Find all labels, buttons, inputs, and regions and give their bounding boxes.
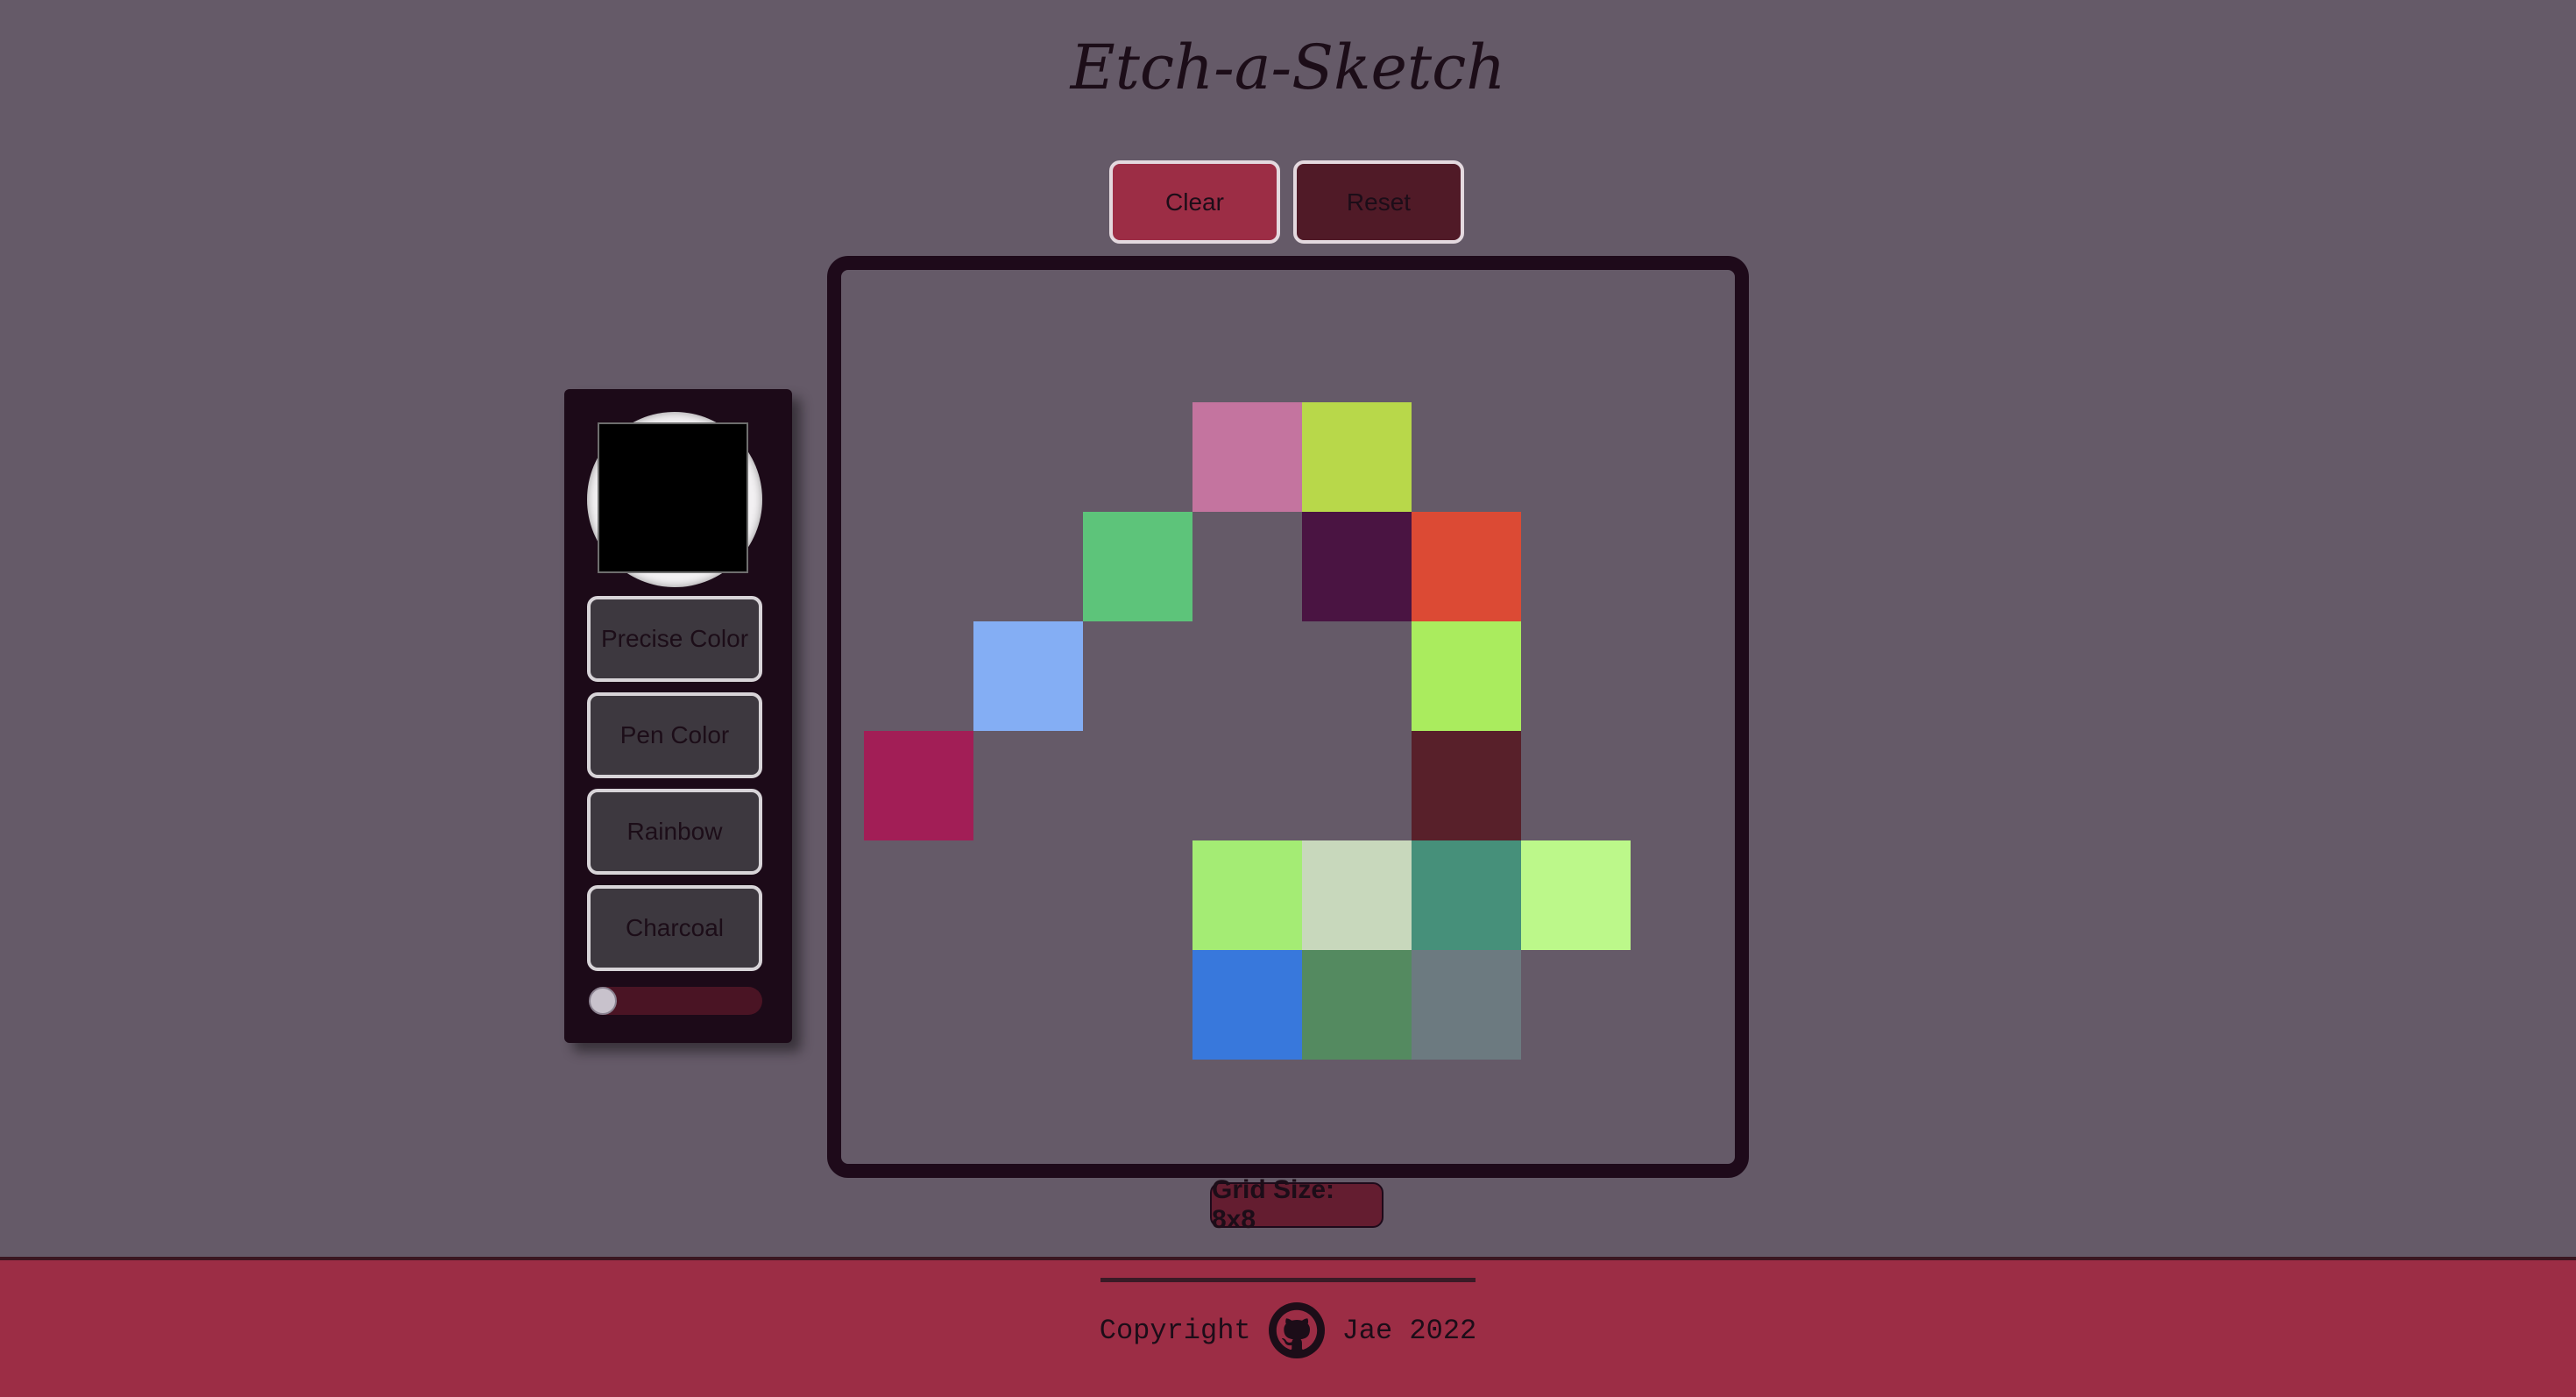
grid-size-slider-thumb[interactable]	[589, 987, 617, 1015]
grid-cell[interactable]	[1521, 840, 1631, 950]
grid-size-label: Grid Size: 8x8	[1210, 1175, 1384, 1234]
charcoal-button[interactable]: Charcoal	[587, 885, 762, 971]
grid-cell[interactable]	[1412, 731, 1521, 840]
page-title: Etch-a-Sketch	[1070, 32, 1506, 103]
pen-color-button[interactable]: Pen Color	[587, 692, 762, 778]
rainbow-button[interactable]: Rainbow	[587, 789, 762, 875]
sketch-grid[interactable]	[864, 293, 1740, 1169]
footer-divider	[1100, 1278, 1476, 1282]
grid-cell[interactable]	[1302, 840, 1412, 950]
precise-color-button[interactable]: Precise Color	[587, 596, 762, 682]
grid-cell[interactable]	[1412, 950, 1521, 1060]
grid-cell[interactable]	[1192, 840, 1302, 950]
grid-cell[interactable]	[1412, 512, 1521, 621]
author-text: Jae 2022	[1341, 1314, 1477, 1347]
grid-cell[interactable]	[1302, 402, 1412, 512]
grid-cell[interactable]	[1412, 621, 1521, 731]
footer: Copyright Jae 2022	[0, 1257, 2576, 1397]
reset-button[interactable]: Reset	[1293, 160, 1464, 244]
tool-panel: Precise Color Pen Color Rainbow Charcoal	[564, 389, 792, 1043]
clear-button[interactable]: Clear	[1109, 160, 1280, 244]
grid-cell[interactable]	[1192, 950, 1302, 1060]
grid-cell[interactable]	[973, 621, 1083, 731]
footer-credit: Copyright Jae 2022	[0, 1302, 2576, 1358]
grid-cell[interactable]	[1192, 402, 1302, 512]
color-picker-swatch[interactable]	[598, 422, 748, 573]
grid-cell[interactable]	[1083, 512, 1192, 621]
grid-cell[interactable]	[1412, 840, 1521, 950]
grid-cell[interactable]	[1302, 512, 1412, 621]
grid-cell[interactable]	[864, 731, 973, 840]
sketch-board	[827, 256, 1749, 1178]
grid-size-slider[interactable]	[589, 987, 762, 1015]
github-icon[interactable]	[1268, 1302, 1325, 1358]
grid-cell[interactable]	[1302, 950, 1412, 1060]
copyright-text: Copyright	[1099, 1314, 1251, 1347]
